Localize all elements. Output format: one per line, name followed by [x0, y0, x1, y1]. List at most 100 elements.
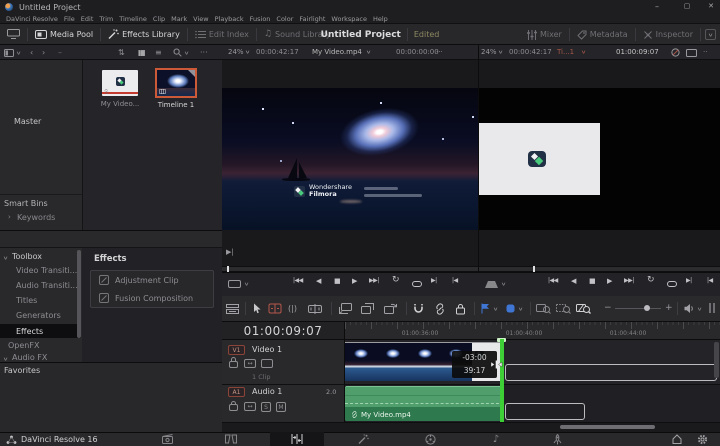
timeline-vscrollbar[interactable]	[714, 342, 719, 378]
insert-clip-button[interactable]	[338, 302, 352, 315]
back-button[interactable]: ‹	[30, 45, 33, 60]
tree-item-video-transitions[interactable]: Video Transiti...	[16, 266, 77, 275]
timeline-view-options-button[interactable]	[226, 302, 239, 315]
menu-file[interactable]: File	[64, 15, 75, 23]
flag-button[interactable]	[481, 302, 490, 315]
video-auto-select-button[interactable]: ↔	[244, 359, 256, 368]
maximize-button[interactable]: ▢	[676, 0, 698, 14]
source-viewer-frame[interactable]: Wondershare Filmora	[222, 88, 478, 230]
dual-screen-button[interactable]	[0, 27, 27, 42]
detail-zoom-button[interactable]	[556, 302, 571, 315]
cinema-viewer-icon[interactable]	[686, 49, 697, 57]
timeline-mode-chevron-icon[interactable]: ∨	[501, 281, 507, 287]
dynamic-trim-button[interactable]: (|)	[288, 302, 297, 315]
minimize-button[interactable]: –	[646, 0, 668, 14]
menu-fusion[interactable]: Fusion	[250, 15, 271, 23]
zoom-in-button[interactable]: +	[665, 303, 673, 313]
effect-fusion-composition[interactable]: Fusion Composition	[91, 289, 213, 307]
tl-play-around-button[interactable]: ▶|	[686, 277, 692, 284]
edit-index-button[interactable]: Edit Index	[188, 27, 256, 42]
bin-keywords[interactable]: Keywords	[17, 213, 55, 222]
snapping-button[interactable]	[413, 302, 424, 315]
menu-color[interactable]: Color	[276, 15, 293, 23]
marker-chevron-icon[interactable]: ∨	[518, 306, 524, 312]
list-view-button[interactable]: ≡	[155, 45, 162, 60]
media-pool-options-button[interactable]: ···	[200, 45, 208, 60]
audio-monitor-button[interactable]	[684, 302, 695, 315]
trim-edit-point[interactable]	[500, 339, 504, 422]
tree-item-openfx[interactable]: OpenFX	[8, 341, 39, 350]
menu-fairlight[interactable]: Fairlight	[299, 15, 325, 23]
timeline-zoom-chevron-icon[interactable]: ∨	[498, 49, 504, 55]
source-timecode[interactable]: 00:00:00:00	[396, 48, 439, 56]
source-zoom-level[interactable]: 24%	[228, 48, 244, 56]
page-cut[interactable]	[204, 432, 258, 446]
keywords-expander-icon[interactable]: ›	[8, 213, 11, 221]
effect-adjustment-clip[interactable]: Adjustment Clip	[91, 271, 213, 289]
timeline-timecode[interactable]: 01:00:09:07	[616, 48, 659, 56]
tree-item-audio-transitions[interactable]: Audio Transiti...	[16, 281, 78, 290]
sort-button[interactable]: ⇅	[118, 45, 125, 60]
menu-mark[interactable]: Mark	[171, 15, 187, 23]
source-clip-chevron-icon[interactable]: ∨	[366, 49, 372, 55]
src-goto-start-button[interactable]: |◀◀	[293, 277, 303, 284]
tl-loop-button[interactable]: ↻	[647, 275, 654, 285]
timeline-hscrollbar[interactable]	[560, 425, 655, 429]
page-color[interactable]	[403, 432, 457, 446]
trim-edit-mode-button[interactable]	[268, 302, 282, 315]
tree-item-effects[interactable]: Effects	[16, 327, 43, 336]
grab-still-icon[interactable]	[671, 48, 680, 57]
page-edit[interactable]	[270, 432, 324, 446]
timeline-zoom-level[interactable]: 24%	[481, 48, 497, 56]
toolbar-collapse-button[interactable]: ∨	[705, 29, 716, 40]
page-fusion[interactable]	[336, 432, 390, 446]
selection-mode-button[interactable]	[253, 302, 262, 315]
src-step-back-button[interactable]: ◀	[316, 277, 321, 285]
menu-view[interactable]: View	[193, 15, 208, 23]
tree-item-titles[interactable]: Titles	[16, 296, 37, 305]
menu-edit[interactable]: Edit	[81, 15, 94, 23]
video-track-enable-button[interactable]	[261, 359, 273, 368]
menu-davinci-resolve[interactable]: DaVinci Resolve	[6, 15, 58, 23]
audio-monitor-chevron-icon[interactable]: ∨	[697, 306, 703, 312]
audio-mute-button[interactable]: M	[276, 402, 286, 412]
full-extent-zoom-button[interactable]	[536, 302, 551, 315]
tl-match-frame-button[interactable]: |◀	[707, 277, 713, 284]
audio-solo-button[interactable]: S	[261, 402, 271, 412]
tree-item-generators[interactable]: Generators	[16, 311, 61, 320]
audio-track-badge[interactable]: A1	[228, 387, 245, 397]
project-manager-button[interactable]	[672, 432, 682, 446]
audio-auto-select-button[interactable]: ↔	[244, 402, 256, 411]
menu-playback[interactable]: Playback	[215, 15, 244, 23]
menu-trim[interactable]: Trim	[99, 15, 113, 23]
source-zoom-chevron-icon[interactable]: ∨	[245, 49, 251, 55]
tree-item-audiofx[interactable]: Audio FX	[12, 353, 47, 362]
tl-stop-button[interactable]: ■	[589, 277, 595, 285]
project-settings-button[interactable]	[697, 432, 708, 446]
forward-button[interactable]: ›	[42, 45, 45, 60]
media-clip-my-video[interactable]	[102, 70, 138, 96]
video-track-lock-icon[interactable]	[229, 361, 238, 368]
custom-zoom-button[interactable]	[576, 302, 591, 315]
src-play-button[interactable]: ▶	[352, 277, 357, 285]
page-media[interactable]	[140, 432, 194, 446]
timeline-name[interactable]: Ti...1	[557, 48, 574, 56]
tl-loop-range-icon[interactable]	[667, 281, 677, 287]
tree-item-toolbox[interactable]: Toolbox	[12, 252, 42, 261]
timeline-viewer-options[interactable]: ··	[703, 48, 707, 56]
metadata-button[interactable]: Metadata	[570, 27, 635, 42]
timeline-name-chevron-icon[interactable]: ∨	[581, 49, 587, 55]
inspector-button[interactable]: Inspector	[636, 27, 700, 42]
src-loop-button[interactable]: ↻	[392, 275, 399, 285]
razor-edit-button[interactable]	[308, 302, 322, 315]
video-track-name[interactable]: Video 1	[252, 345, 282, 354]
effects-tree-scrollbar[interactable]	[77, 250, 81, 338]
replace-clip-button[interactable]	[384, 302, 398, 315]
menu-timeline[interactable]: Timeline	[119, 15, 147, 23]
menu-help[interactable]: Help	[373, 15, 388, 23]
page-deliver[interactable]	[530, 432, 584, 446]
zoom-out-button[interactable]: −	[604, 303, 612, 313]
timeline-mode-icon[interactable]	[485, 280, 498, 288]
media-search-button[interactable]: ∨	[173, 45, 189, 60]
source-clip-name[interactable]: My Video.mp4	[312, 48, 362, 56]
